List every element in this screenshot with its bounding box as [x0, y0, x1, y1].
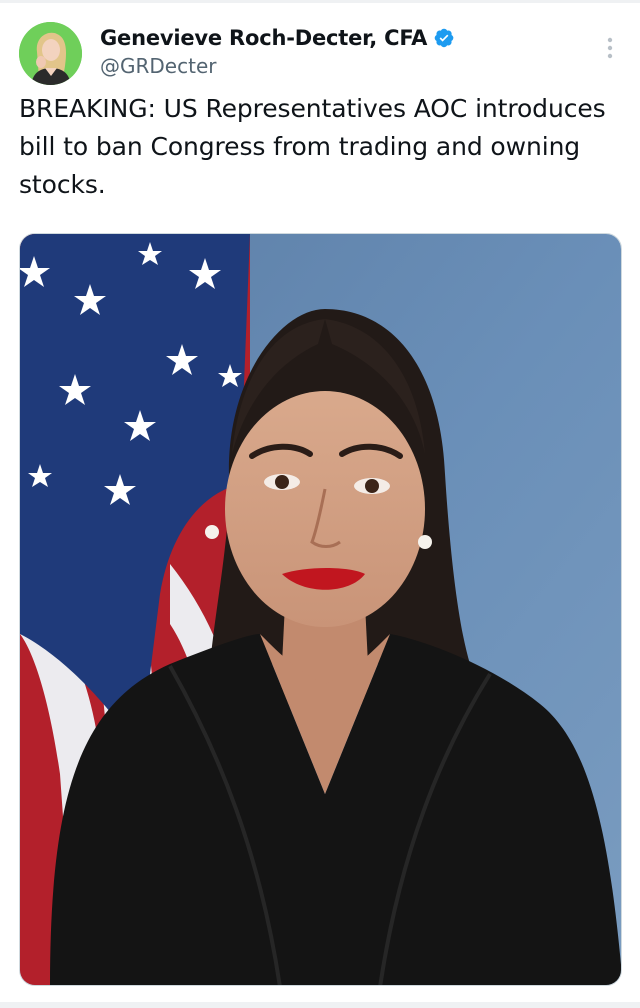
top-divider [0, 0, 640, 3]
author-name-row: Genevieve Roch-Decter, CFA [100, 24, 455, 52]
bottom-divider [0, 1002, 640, 1008]
portrait-photo [20, 234, 621, 985]
tweet-card: Genevieve Roch-Decter, CFA @GRDecter BRE… [0, 0, 640, 1008]
more-vertical-icon [607, 37, 613, 59]
tweet-photo[interactable] [19, 233, 622, 986]
more-options-button[interactable] [598, 34, 622, 62]
author-avatar[interactable] [19, 22, 82, 85]
tweet-text: BREAKING: US Representatives AOC introdu… [19, 94, 606, 199]
author-handle[interactable]: @GRDecter [100, 54, 216, 78]
author-display-name[interactable]: Genevieve Roch-Decter, CFA [100, 26, 427, 50]
verified-badge-icon [434, 28, 454, 48]
avatar-photo [19, 22, 82, 85]
